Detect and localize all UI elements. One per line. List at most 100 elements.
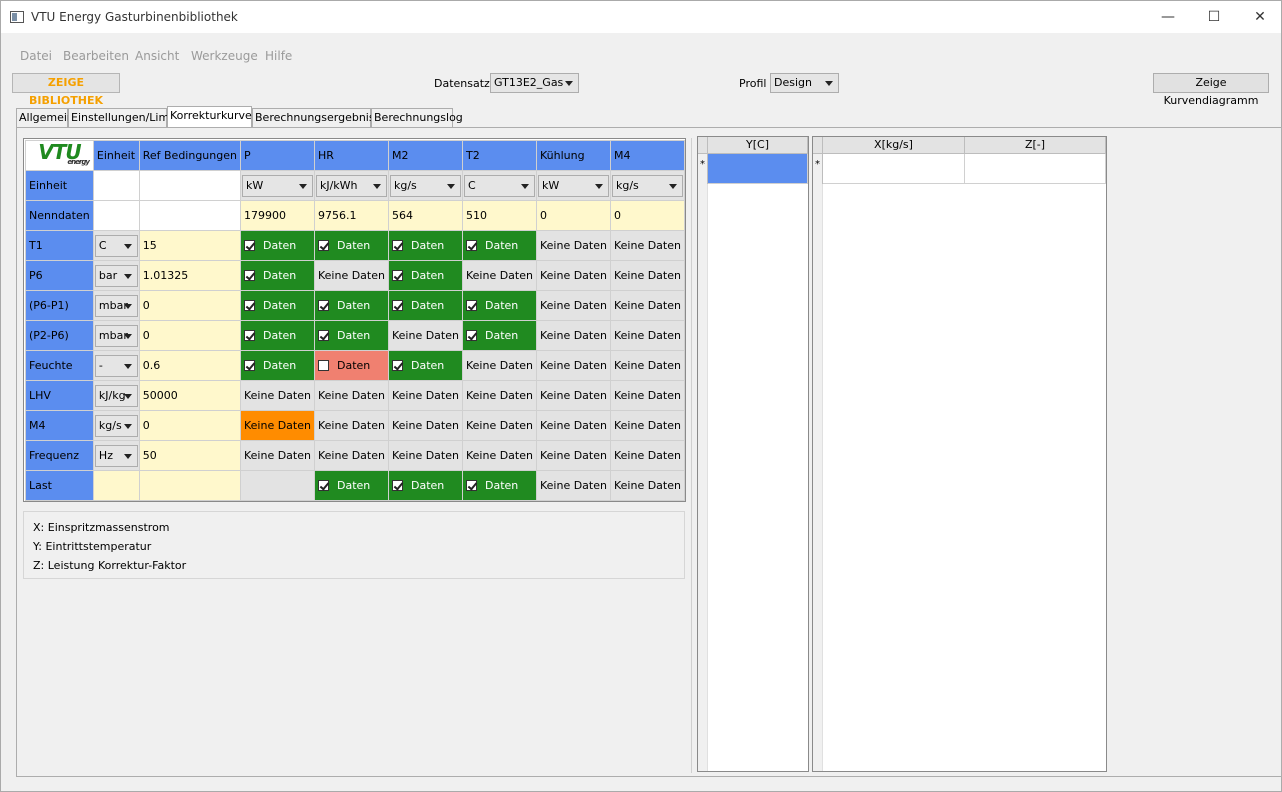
ref-value-cell[interactable] <box>138 470 241 501</box>
checkbox-checked-icon[interactable] <box>465 300 477 311</box>
data-status-cell[interactable]: Daten <box>239 320 315 351</box>
row-header[interactable]: (P2-P6) <box>25 320 94 351</box>
checkbox-checked-icon[interactable] <box>391 300 403 311</box>
row-unit-select[interactable]: kg/s <box>94 414 138 437</box>
y-new-row-cell[interactable] <box>708 154 808 184</box>
checkbox-checked-icon[interactable] <box>465 330 477 341</box>
data-status-cell[interactable]: Daten <box>313 470 389 501</box>
data-status-cell[interactable]: Keine Daten <box>461 440 537 471</box>
row-unit-select[interactable]: C <box>94 234 138 257</box>
row-header[interactable]: P6 <box>25 260 94 291</box>
data-status-cell[interactable] <box>239 470 315 501</box>
unit-cell[interactable]: kg/s <box>387 170 463 201</box>
data-status-cell[interactable]: Keine Daten <box>239 440 315 471</box>
checkbox-unchecked-icon[interactable] <box>317 360 329 371</box>
y-column-header[interactable]: Y[C] <box>708 137 808 154</box>
row-unit-cell[interactable]: - <box>92 350 140 381</box>
unit-select[interactable]: kJ/kWh <box>315 174 387 197</box>
data-status-cell[interactable]: Daten <box>461 470 537 501</box>
data-status-cell[interactable]: Daten <box>313 350 389 381</box>
unit-cell[interactable]: kJ/kWh <box>313 170 389 201</box>
ref-value-cell[interactable]: 0.6 <box>138 350 241 381</box>
unit-cell[interactable]: kg/s <box>609 170 686 201</box>
row-unit-cell[interactable]: bar <box>92 260 140 291</box>
empty-cell[interactable] <box>138 170 241 201</box>
checkbox-checked-icon[interactable] <box>243 330 255 341</box>
column-header-2[interactable]: P <box>239 140 315 171</box>
data-status-cell[interactable]: Keine Daten <box>461 350 537 381</box>
show-library-button[interactable]: ZEIGE BIBLIOTHEK <box>12 73 120 107</box>
row-unit-cell[interactable]: kg/s <box>92 410 140 441</box>
tab-berechnungsergebnisse[interactable]: Berechnungsergebnisse <box>252 108 387 127</box>
menu-hilfe[interactable]: Hilfe <box>265 49 292 63</box>
data-status-cell[interactable]: Keine Daten <box>535 290 611 321</box>
row-unit-select[interactable]: bar <box>94 264 138 287</box>
row-unit-select[interactable]: Hz <box>94 444 138 467</box>
nominal-value-cell[interactable]: 0 <box>535 200 611 231</box>
data-status-cell[interactable]: Daten <box>461 320 537 351</box>
data-status-cell[interactable]: Daten <box>313 290 389 321</box>
unit-select[interactable]: kW <box>537 174 609 197</box>
column-header-4[interactable]: M2 <box>387 140 463 171</box>
ref-value-cell[interactable]: 50 <box>138 440 241 471</box>
data-status-cell[interactable]: Daten <box>461 290 537 321</box>
row-header[interactable]: T1 <box>25 230 94 261</box>
checkbox-checked-icon[interactable] <box>317 240 329 251</box>
row-unit-select[interactable]: kJ/kg <box>94 384 138 407</box>
data-status-cell[interactable]: Keine Daten <box>313 410 389 441</box>
menu-werkzeuge[interactable]: Werkzeuge <box>191 49 258 63</box>
nominal-value-cell[interactable]: 0 <box>609 200 686 231</box>
menu-ansicht[interactable]: Ansicht <box>135 49 179 63</box>
z-new-row-cell[interactable] <box>965 154 1106 184</box>
data-status-cell[interactable]: Daten <box>313 230 389 261</box>
data-status-cell[interactable]: Keine Daten <box>609 230 686 261</box>
data-status-cell[interactable]: Keine Daten <box>461 260 537 291</box>
column-header-6[interactable]: Kühlung <box>535 140 611 171</box>
column-header-1[interactable]: Ref Bedingungen <box>138 140 241 171</box>
x-new-row-cell[interactable] <box>823 154 965 184</box>
data-status-cell[interactable]: Daten <box>239 260 315 291</box>
tab-einstellungen-limits[interactable]: Einstellungen/Limits <box>68 108 182 127</box>
row-unit-cell[interactable]: C <box>92 230 140 261</box>
data-status-cell[interactable]: Keine Daten <box>609 350 686 381</box>
checkbox-checked-icon[interactable] <box>465 240 477 251</box>
data-status-cell[interactable]: Keine Daten <box>609 320 686 351</box>
column-header-3[interactable]: HR <box>313 140 389 171</box>
tab-berechnungslog[interactable]: Berechnungslog <box>371 108 463 127</box>
checkbox-checked-icon[interactable] <box>391 360 403 371</box>
row-unit-select[interactable]: mbar <box>94 324 138 347</box>
data-status-cell[interactable]: Keine Daten <box>609 410 686 441</box>
data-status-cell[interactable]: Keine Daten <box>535 230 611 261</box>
ref-value-cell[interactable]: 50000 <box>138 380 241 411</box>
data-status-cell[interactable]: Keine Daten <box>609 380 686 411</box>
checkbox-checked-icon[interactable] <box>465 480 477 491</box>
data-status-cell[interactable]: Daten <box>387 290 463 321</box>
ref-value-cell[interactable]: 15 <box>138 230 241 261</box>
empty-cell[interactable] <box>138 200 241 231</box>
row-header[interactable]: Last <box>25 470 94 501</box>
data-status-cell[interactable]: Keine Daten <box>461 410 537 441</box>
x-column-header[interactable]: X[kg/s] <box>823 137 965 154</box>
unit-select[interactable]: kW <box>241 174 313 197</box>
column-header-5[interactable]: T2 <box>461 140 537 171</box>
data-status-cell[interactable]: Keine Daten <box>535 440 611 471</box>
checkbox-checked-icon[interactable] <box>243 360 255 371</box>
row-header-nenndaten[interactable]: Nenndaten <box>25 200 94 231</box>
data-status-cell[interactable]: Daten <box>239 230 315 261</box>
unit-cell[interactable]: kW <box>535 170 611 201</box>
checkbox-checked-icon[interactable] <box>317 480 329 491</box>
data-status-cell[interactable]: Keine Daten <box>535 260 611 291</box>
row-header[interactable]: LHV <box>25 380 94 411</box>
checkbox-checked-icon[interactable] <box>317 300 329 311</box>
data-status-cell[interactable]: Keine Daten <box>535 380 611 411</box>
data-status-cell[interactable]: Daten <box>387 230 463 261</box>
data-status-cell[interactable]: Keine Daten <box>387 320 463 351</box>
row-header[interactable]: Frequenz <box>25 440 94 471</box>
tab-allgemein[interactable]: Allgemein <box>16 108 74 127</box>
data-status-cell[interactable]: Keine Daten <box>609 290 686 321</box>
close-button[interactable]: ✕ <box>1237 1 1282 33</box>
menu-datei[interactable]: Datei <box>20 49 52 63</box>
data-status-cell[interactable]: Daten <box>239 290 315 321</box>
data-status-cell[interactable]: Keine Daten <box>387 410 463 441</box>
nominal-value-cell[interactable]: 179900 <box>239 200 315 231</box>
